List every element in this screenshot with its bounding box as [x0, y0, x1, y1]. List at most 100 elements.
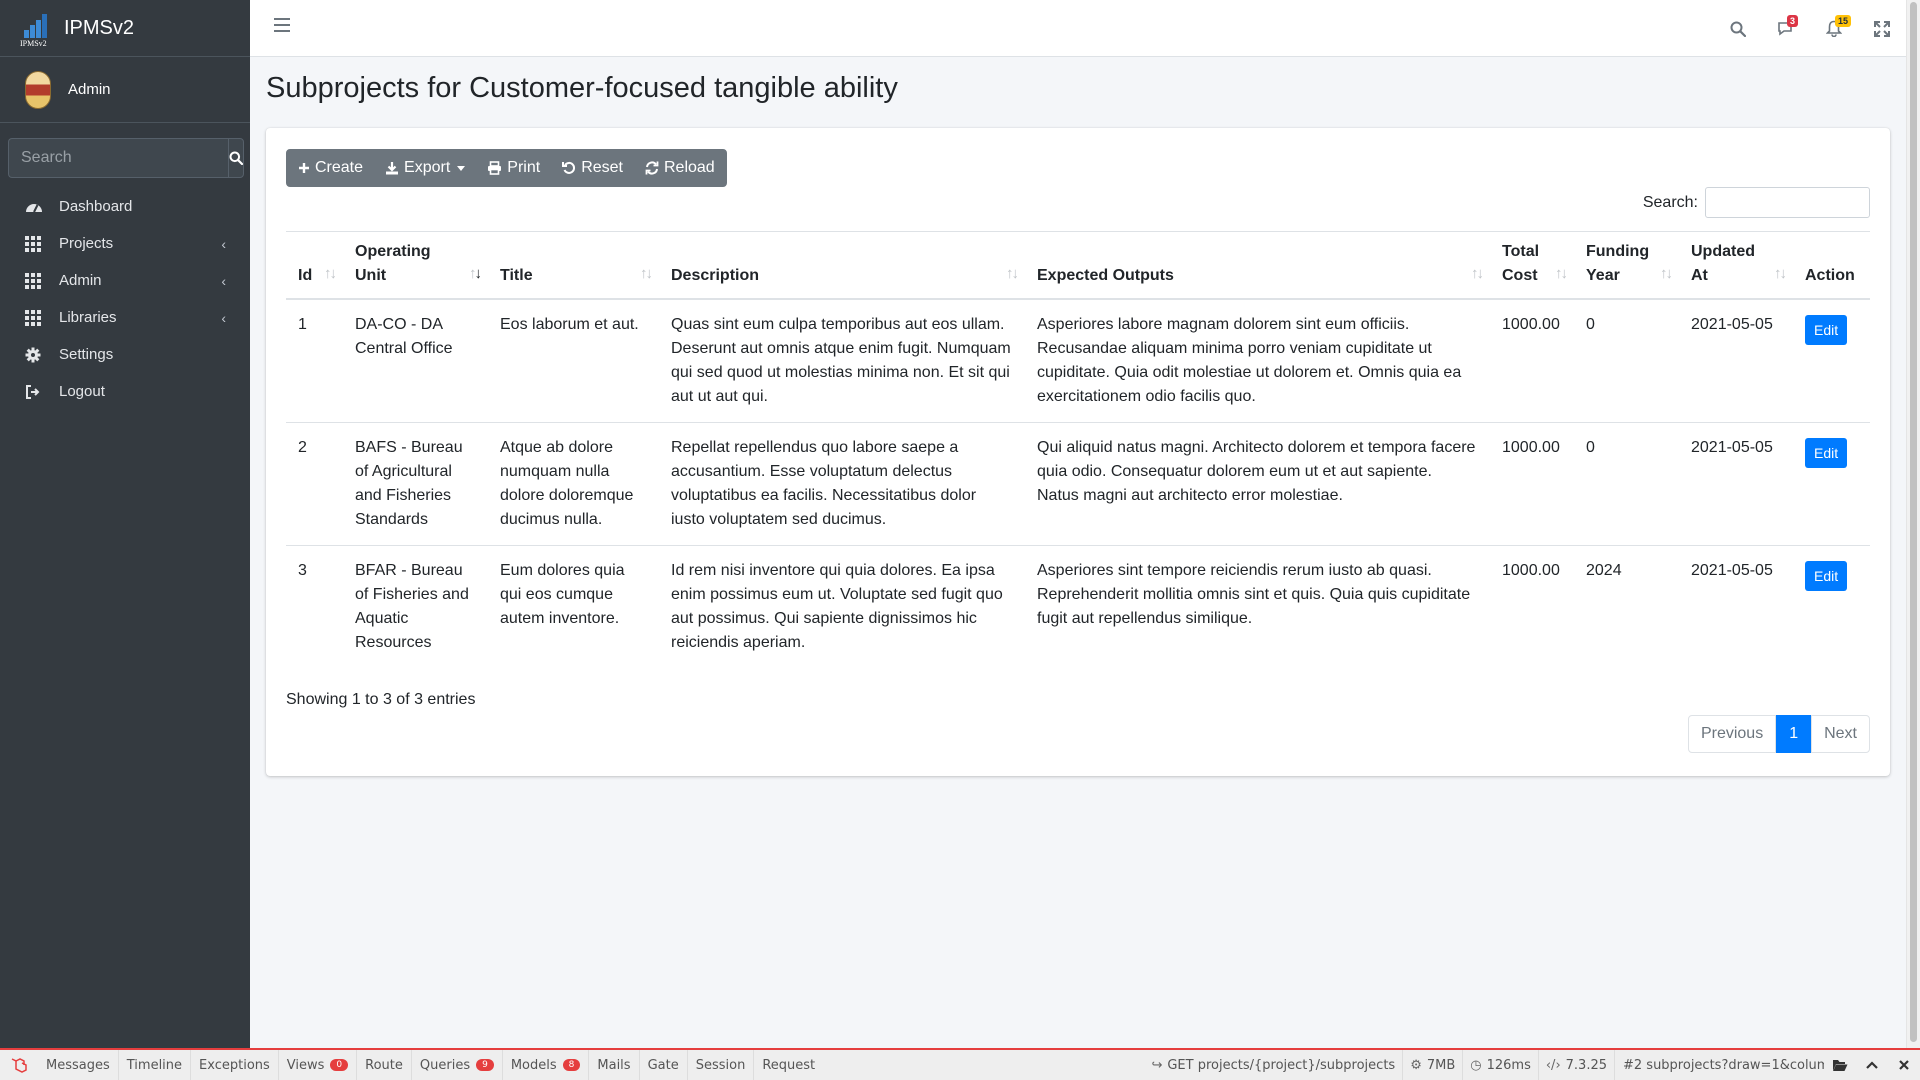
debugbar-tab-timeline[interactable]: Timeline [119, 1050, 192, 1080]
debugbar-tab-queries[interactable]: Queries 9 [412, 1050, 503, 1080]
debugbar-tab-request[interactable]: Request [754, 1050, 823, 1080]
table-row: 1 DA-CO - DA Central Office Eos laborum … [286, 299, 1870, 423]
debugbar-tab-session[interactable]: Session [688, 1050, 755, 1080]
sidebar-item-label: Logout [59, 383, 105, 400]
table-search-input[interactable] [1705, 187, 1870, 218]
column-header-description[interactable]: Description ↑↓ [659, 231, 1025, 300]
cell-id: 2 [286, 422, 343, 546]
sort-icon: ↑↓ [1555, 265, 1568, 282]
edit-button[interactable]: Edit [1805, 561, 1848, 591]
cell-funding-year: 0 [1586, 316, 1595, 333]
column-header-operating-unit[interactable]: Operating Unit ↑↓ [343, 231, 488, 300]
debugbar-time[interactable]: ◷ 126ms [1462, 1050, 1538, 1080]
reset-button[interactable]: Reset [551, 150, 634, 186]
debugbar-tab-models[interactable]: Models 8 [503, 1050, 590, 1080]
brand-link[interactable]: IPMSv2 IPMSv2 [0, 0, 250, 57]
cell-total-cost: 1000.00 [1490, 422, 1574, 546]
cell-title: Atque ab dolore numquam nulla dolore dol… [488, 422, 659, 546]
debugbar-tab-route[interactable]: Route [357, 1050, 412, 1080]
sidebar-item-label: Projects [59, 235, 114, 252]
sidebar-search-button[interactable] [228, 138, 244, 178]
column-header-expected-outputs[interactable]: Expected Outputs ↑↓ [1025, 231, 1490, 300]
debugbar-tab-messages[interactable]: Messages [38, 1050, 119, 1080]
cell-funding-year: 0 [1574, 422, 1679, 546]
debugbar-tab-exceptions[interactable]: Exceptions [191, 1050, 279, 1080]
sidebar: IPMSv2 IPMSv2 Admin Dashboard Projects ‹… [0, 0, 250, 1048]
pagination-next[interactable]: Next [1811, 715, 1870, 753]
debugbar-route[interactable]: ↪ GET projects/{project}/subprojects [1144, 1050, 1402, 1080]
undo-icon [562, 161, 576, 175]
cell-action: Edit [1793, 422, 1870, 546]
sidebar-item-libraries[interactable]: Libraries ‹ [0, 299, 250, 336]
menu-toggle-icon[interactable] [274, 18, 290, 32]
sidebar-item-dashboard[interactable]: Dashboard [0, 188, 250, 225]
cell-action: Edit [1793, 545, 1870, 668]
create-button[interactable]: Create [287, 150, 374, 186]
cell-title: Eum dolores quia qui eos cumque autem in… [488, 545, 659, 668]
pagination-previous[interactable]: Previous [1687, 715, 1777, 753]
sidebar-search [8, 138, 244, 178]
column-header-title[interactable]: Title ↑↓ [488, 231, 659, 300]
messages-button[interactable]: 3 [1762, 9, 1810, 49]
laravel-logo-icon[interactable] [0, 1056, 38, 1074]
debugbar-tab-views[interactable]: Views 0 [279, 1050, 358, 1080]
edit-button[interactable]: Edit [1805, 438, 1848, 468]
notifications-badge: 15 [1835, 14, 1852, 27]
edit-button[interactable]: Edit [1805, 315, 1848, 345]
sidebar-item-settings[interactable]: Settings [0, 336, 250, 373]
sort-icon: ↑↓ [1471, 265, 1484, 282]
cell-operating-unit: BAFS - Bureau of Agricultural and Fisher… [343, 422, 488, 546]
debugbar-request-select[interactable]: #2 subprojects?draw=1&columns [1614, 1050, 1824, 1080]
cell-id: 1 [298, 316, 307, 333]
folder-open-icon[interactable] [1824, 1050, 1856, 1080]
user-name[interactable]: Admin [68, 81, 111, 98]
sidebar-item-admin[interactable]: Admin ‹ [0, 262, 250, 299]
cell-expected-outputs: Asperiores sint tempore reiciendis rerum… [1025, 545, 1490, 668]
avatar [25, 70, 51, 109]
table-info: Showing 1 to 3 of 3 entries [286, 691, 476, 708]
page-scrollbar[interactable] [1906, 0, 1920, 1048]
column-header-funding-year[interactable]: Funding Year ↑↓ [1574, 231, 1679, 300]
subprojects-card: Create Export Print Reset Reload Search: [266, 128, 1890, 776]
caret-down-icon [457, 165, 466, 171]
column-header-updated-at[interactable]: Updated At ↑↓ [1679, 231, 1793, 300]
download-icon [385, 161, 399, 175]
table-search: Search: [1643, 187, 1870, 218]
gear-icon [25, 347, 45, 363]
cell-expected-outputs: Qui aliquid natus magni. Architecto dolo… [1025, 422, 1490, 546]
sync-icon [645, 161, 659, 175]
sidebar-item-logout[interactable]: Logout [0, 373, 250, 410]
table-search-label: Search: [1642, 193, 1698, 211]
grid-icon [25, 272, 45, 289]
cell-updated-at: 2021-05-05 [1679, 545, 1793, 668]
cell-action: Edit [1793, 299, 1870, 423]
notifications-button[interactable]: 15 [1810, 9, 1858, 49]
pagination-page-1[interactable]: 1 [1776, 715, 1812, 753]
print-button[interactable]: Print [476, 150, 551, 186]
debugbar-php-version: ‹/› 7.3.25 [1537, 1050, 1614, 1080]
reload-button[interactable]: Reload [634, 150, 726, 186]
column-header-total-cost[interactable]: Total Cost ↑↓ [1490, 231, 1574, 300]
sidebar-item-projects[interactable]: Projects ‹ [0, 225, 250, 262]
sort-icon: ↑↓ [324, 265, 337, 282]
cogs-icon: ⚙ [1410, 1057, 1422, 1073]
subprojects-table: Id ↑↓ Operating Unit ↑↓ Title ↑↓ Description… [286, 231, 1870, 668]
fullscreen-button[interactable] [1858, 9, 1906, 49]
debugbar-tab-gate[interactable]: Gate [640, 1050, 688, 1080]
debugbar-memory: ⚙ 7MB [1402, 1050, 1462, 1080]
sort-desc-icon: ↑↓ [469, 265, 482, 282]
sidebar-search-input[interactable] [8, 138, 228, 178]
chevron-left-icon: ‹ [221, 272, 226, 289]
chevron-up-icon[interactable] [1856, 1050, 1888, 1080]
clock-icon: ◷ [1470, 1057, 1482, 1073]
export-button[interactable]: Export [374, 150, 476, 186]
page-title: Subprojects for Customer-focused tangibl… [266, 72, 898, 104]
navbar-search-button[interactable] [1714, 9, 1762, 49]
cell-expected-outputs: Asperiores labore magnam dolorem sint eu… [1037, 316, 1462, 405]
sort-icon: ↑↓ [1660, 265, 1673, 282]
brand-name: IPMSv2 [64, 16, 135, 39]
column-header-id[interactable]: Id ↑↓ [286, 231, 343, 300]
close-icon[interactable] [1888, 1050, 1920, 1080]
debugbar-tab-mails[interactable]: Mails [589, 1050, 640, 1080]
user-panel[interactable]: Admin [0, 57, 250, 123]
